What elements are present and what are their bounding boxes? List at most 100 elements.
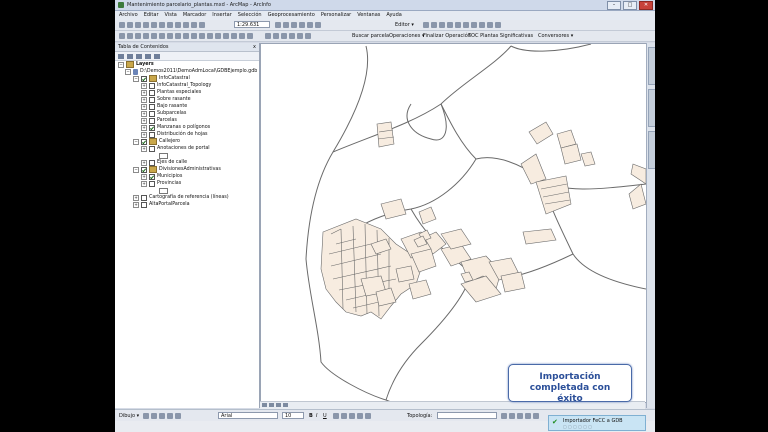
menu-insertar[interactable]: Insertar	[212, 11, 231, 20]
delete-icon[interactable]	[175, 22, 181, 28]
menu-geoprocesamiento[interactable]: Geoprocesamiento	[268, 11, 315, 20]
layer-visibility-checkbox[interactable]	[149, 89, 155, 96]
trace-icon[interactable]	[463, 22, 469, 28]
list-by-drawing-order-icon[interactable]	[118, 54, 124, 59]
refresh-icon[interactable]	[276, 403, 281, 407]
layer-visibility-checkbox[interactable]	[141, 194, 147, 201]
topology-combo[interactable]	[437, 412, 497, 419]
split-icon[interactable]	[471, 22, 477, 28]
shadow-icon[interactable]	[365, 413, 371, 419]
copy-icon[interactable]	[159, 22, 165, 28]
globe-tool-icon[interactable]	[305, 33, 311, 39]
toc-layer-item[interactable]: + Ejes de calle	[141, 159, 187, 166]
expand-icon[interactable]: +	[141, 159, 147, 166]
collapse-icon[interactable]: −	[133, 138, 139, 145]
layer-visibility-checkbox[interactable]	[141, 201, 147, 208]
clear-selection-icon[interactable]	[191, 33, 197, 39]
data-view-icon[interactable]	[262, 403, 267, 407]
toc-close-button[interactable]: x	[253, 43, 256, 51]
expand-icon[interactable]: +	[141, 145, 147, 152]
italic-button[interactable]: I	[316, 413, 317, 419]
toc-layer-item[interactable]: + InfoCatastral_Topology	[141, 82, 211, 89]
paste-icon[interactable]	[167, 22, 173, 28]
map-tool-icon[interactable]	[289, 33, 295, 39]
expand-icon[interactable]: +	[133, 201, 139, 208]
expand-icon[interactable]: +	[141, 117, 147, 124]
toc-layer-item[interactable]: − Callejero	[133, 138, 180, 145]
open-icon[interactable]	[127, 22, 133, 28]
save-icon[interactable]	[135, 22, 141, 28]
toc-layer-item[interactable]: + Cartografía de referencia (líneas)	[133, 194, 229, 201]
model-builder-icon[interactable]	[315, 22, 321, 28]
bold-button[interactable]: B	[309, 413, 313, 419]
attributes-icon[interactable]	[487, 22, 493, 28]
toc-layer-item[interactable]: + Anotaciones de portal	[141, 145, 210, 152]
list-by-source-icon[interactable]	[127, 54, 133, 59]
find-icon[interactable]	[215, 33, 221, 39]
maximize-button[interactable]: □	[623, 1, 637, 10]
measure-icon[interactable]	[223, 33, 229, 39]
toc-layer-item[interactable]: + Sobre rasante	[141, 96, 191, 103]
layer-visibility-checkbox[interactable]	[141, 166, 147, 173]
layer-visibility-checkbox[interactable]	[149, 124, 155, 131]
fill-color-draw-icon[interactable]	[175, 413, 181, 419]
rotate-draw-icon[interactable]	[151, 413, 157, 419]
expand-icon[interactable]: +	[141, 82, 147, 89]
menu-ventanas[interactable]: Ventanas	[357, 11, 380, 20]
layer-tool-icon[interactable]	[273, 33, 279, 39]
finalizar-operacion-button[interactable]: Finalizar Operación	[423, 33, 471, 39]
parcel-tool-icon[interactable]	[265, 33, 271, 39]
topology-fix-icon[interactable]	[525, 413, 531, 419]
search-tab[interactable]	[648, 89, 655, 127]
scale-combo[interactable]: 1:29.631	[234, 21, 270, 28]
layer-visibility-checkbox[interactable]	[149, 82, 155, 89]
add-data-icon[interactable]	[199, 22, 205, 28]
zoom-in-icon[interactable]	[119, 33, 125, 39]
close-button[interactable]: ✕	[639, 1, 653, 10]
layer-visibility-checkbox[interactable]	[149, 173, 155, 180]
undo-icon[interactable]	[183, 22, 189, 28]
fill-color-icon[interactable]	[341, 413, 347, 419]
edit-tool-icon[interactable]	[423, 22, 429, 28]
menu-personalizar[interactable]: Personalizar	[321, 11, 351, 20]
layer-visibility-checkbox[interactable]	[149, 131, 155, 138]
map-view[interactable]	[260, 43, 647, 403]
redo-icon[interactable]	[191, 22, 197, 28]
catalog-tab[interactable]	[648, 47, 655, 85]
arctoolbox-tab[interactable]	[648, 131, 655, 169]
expand-icon[interactable]: +	[141, 96, 147, 103]
editor-toolbar-icon[interactable]	[275, 22, 281, 28]
search-icon[interactable]	[291, 22, 297, 28]
layer-visibility-checkbox[interactable]	[141, 138, 147, 145]
annotation-icon[interactable]	[431, 22, 437, 28]
list-by-selection-icon[interactable]	[145, 54, 151, 59]
expand-icon[interactable]: +	[141, 110, 147, 117]
fixed-zoom-out-icon[interactable]	[159, 33, 165, 39]
sketch-properties-icon[interactable]	[495, 22, 501, 28]
pan-icon[interactable]	[135, 33, 141, 39]
arc-icon[interactable]	[455, 22, 461, 28]
layers-row[interactable]: − Layers	[118, 61, 154, 68]
gdb-row[interactable]: − D:\Demos2011\DemoAdmLocal\GDBEjemplo.g…	[125, 68, 257, 75]
toc-layer-item[interactable]: + Bajo rasante	[141, 103, 187, 110]
expand-icon[interactable]: +	[141, 173, 147, 180]
fixed-zoom-in-icon[interactable]	[151, 33, 157, 39]
layer-visibility-checkbox[interactable]	[141, 75, 147, 82]
topology-edit-icon[interactable]	[501, 413, 507, 419]
straight-segment-icon[interactable]	[447, 22, 453, 28]
toc-options-icon[interactable]	[154, 54, 160, 59]
text-icon[interactable]	[167, 413, 173, 419]
font-combo[interactable]: Arial	[218, 412, 278, 419]
menu-archivo[interactable]: Archivo	[119, 11, 138, 20]
select-features-icon[interactable]	[183, 33, 189, 39]
layer-visibility-checkbox[interactable]	[149, 117, 155, 124]
toc-layer-item[interactable]: − InfoCatastral	[133, 75, 190, 82]
layer-visibility-checkbox[interactable]	[149, 96, 155, 103]
font-color-icon[interactable]	[333, 413, 339, 419]
expand-icon[interactable]: +	[141, 180, 147, 187]
toc-plantas-button[interactable]: TOC Plantas Significativas	[468, 33, 533, 39]
expand-icon[interactable]: +	[141, 131, 147, 138]
editor-menu[interactable]: Editor ▾	[395, 22, 414, 28]
new-icon[interactable]	[119, 22, 125, 28]
cut-icon[interactable]	[151, 22, 157, 28]
